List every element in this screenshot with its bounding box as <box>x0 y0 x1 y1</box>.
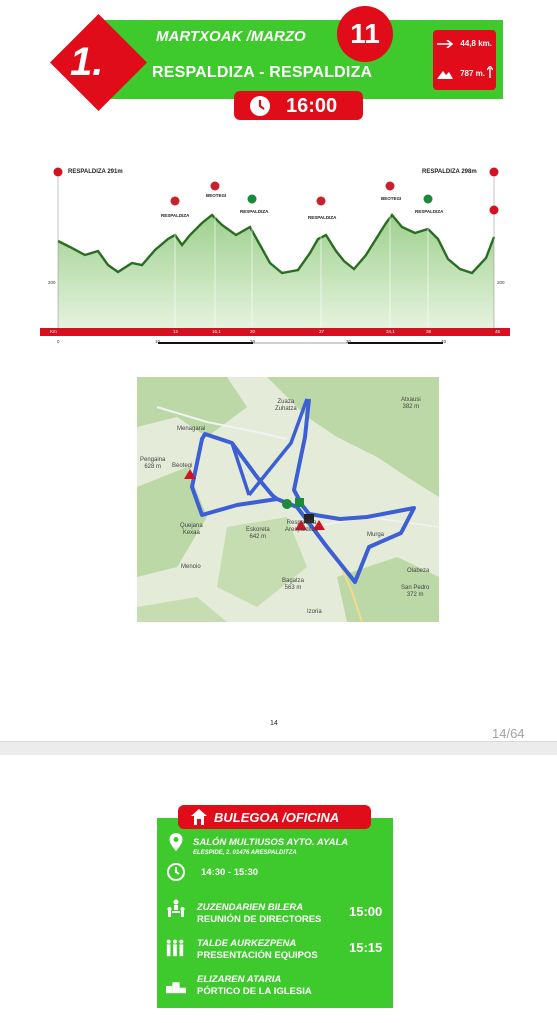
km-mark: 20 <box>250 329 256 334</box>
route-map: Atxausi 382 m Zuaza Zuhatza Menagarai Pe… <box>137 377 439 622</box>
profile-point: BEOTEGI <box>381 196 402 201</box>
presentation-spanish: PRESENTACIÓN EQUIPOS <box>197 950 318 961</box>
km-mark: 38 <box>426 329 432 334</box>
clock-icon <box>250 96 270 116</box>
office-card: SALÓN MULTIUSOS AYTO. AYALA ELESPIDE, 2.… <box>157 818 393 1008</box>
clock-icon <box>167 863 185 881</box>
office-hours: 14:30 - 15:30 <box>201 867 259 878</box>
meeting-time: 15:00 <box>349 904 383 919</box>
km-mark: Km <box>50 329 57 334</box>
map-place: Izoria <box>307 609 322 615</box>
start-time: 16:00 <box>286 95 338 117</box>
left-axis-label: 200 <box>48 280 56 285</box>
stage-stats: 44,8 km. 787 m. <box>433 30 496 90</box>
profile-point: RESPALDIZA <box>240 209 269 214</box>
profile-start-label: RESPALDIZA 291m <box>68 169 123 175</box>
profile-point: RESPALDIZA <box>415 209 444 214</box>
map-place: Atxausi 382 m <box>401 397 421 410</box>
stage-route: RESPALDIZA - RESPALDIZA <box>152 64 373 81</box>
scale-mark: 20 <box>250 339 256 344</box>
map-place: Murga <box>367 532 385 538</box>
start-time-badge: 16:00 <box>234 91 363 120</box>
office-title: BULEGOA /OFICINA <box>214 810 340 825</box>
scale-mark: 10 <box>155 339 161 344</box>
km-mark: 27 <box>319 329 325 334</box>
map-place: Quejana Kexaa <box>180 523 203 536</box>
scale-mark: 40 <box>441 339 447 344</box>
map-place: Beotegi <box>172 463 193 469</box>
office-title-badge: BULEGOA /OFICINA <box>178 805 371 829</box>
map-place: San Pedro 372 m <box>401 585 430 598</box>
stage-day: 11 <box>337 6 393 62</box>
presentation-time: 15:15 <box>349 940 383 955</box>
page-separator <box>0 741 557 756</box>
profile-graphic <box>40 167 510 344</box>
km-mark: 16,1 <box>212 329 221 334</box>
map-place: Respaldiza Arespalditza <box>285 520 319 533</box>
right-axis-label: 200 <box>497 280 505 285</box>
team-icon <box>166 939 184 957</box>
page-indicator: 14/64 <box>492 726 525 741</box>
scale-mark: 0 <box>57 339 60 344</box>
office-address: ELESPIDE, 2. 01476 ARESPALDITZA <box>193 850 297 856</box>
km-mark: 45 <box>495 329 501 334</box>
map-place: Menoio <box>181 564 201 570</box>
arrow-right-icon <box>437 40 454 48</box>
meeting-spanish: REUNIÓN DE DIRECTORES <box>197 914 322 925</box>
map-place: Pengaina 628 m <box>140 457 166 470</box>
distance-value: 44,8 km. <box>460 39 492 48</box>
profile-end-label: RESPALDIZA 298m <box>422 169 477 175</box>
home-icon <box>191 809 207 825</box>
map-place: Zuaza Zuhatza <box>275 399 297 412</box>
map-place: Eskoreta 642 m <box>246 527 270 540</box>
scale-mark: 30 <box>346 339 352 344</box>
mountain-icon <box>437 71 453 79</box>
map-place: Olabeza <box>407 568 430 574</box>
distance-row: 44,8 km. <box>437 33 495 55</box>
stage-number: 1. <box>70 40 104 84</box>
podium-basque: ELIZAREN ATARIA <box>197 974 282 985</box>
meeting-icon <box>167 899 185 917</box>
km-mark: 12 <box>173 329 179 334</box>
km-mark: 34,1 <box>386 329 395 334</box>
office-venue: SALÓN MULTIUSOS AYTO. AYALA <box>193 837 349 848</box>
location-pin-icon <box>169 833 183 851</box>
podium-spanish: PÓRTICO DE LA IGLESIA <box>197 986 312 997</box>
meeting-basque: ZUZENDARIEN BILERA <box>197 902 304 913</box>
arrow-up-icon <box>487 66 493 78</box>
map-place: Menagarai <box>177 426 206 432</box>
stage-month: MARTXOAK /MARZO <box>156 28 306 45</box>
page-14: 1. MARTXOAK /MARZO 11 RESPALDIZA - RESPA… <box>0 0 557 741</box>
podium-icon <box>166 982 186 994</box>
profile-point: RESPALDIZA <box>161 213 190 218</box>
page-number: 14 <box>270 720 278 727</box>
elevation-value: 787 m. <box>460 69 485 78</box>
elevation-row: 787 m. <box>437 63 495 85</box>
map-place: Bagatza 563 m <box>282 578 305 591</box>
profile-point: RESPALDIZA <box>308 215 337 220</box>
elevation-profile: RESPALDIZA 291m RESPALDIZA 298m RESPALDI… <box>40 155 510 350</box>
presentation-basque: TALDE AURKEZPENA <box>197 938 297 949</box>
profile-point: BEOTEGI <box>206 193 227 198</box>
